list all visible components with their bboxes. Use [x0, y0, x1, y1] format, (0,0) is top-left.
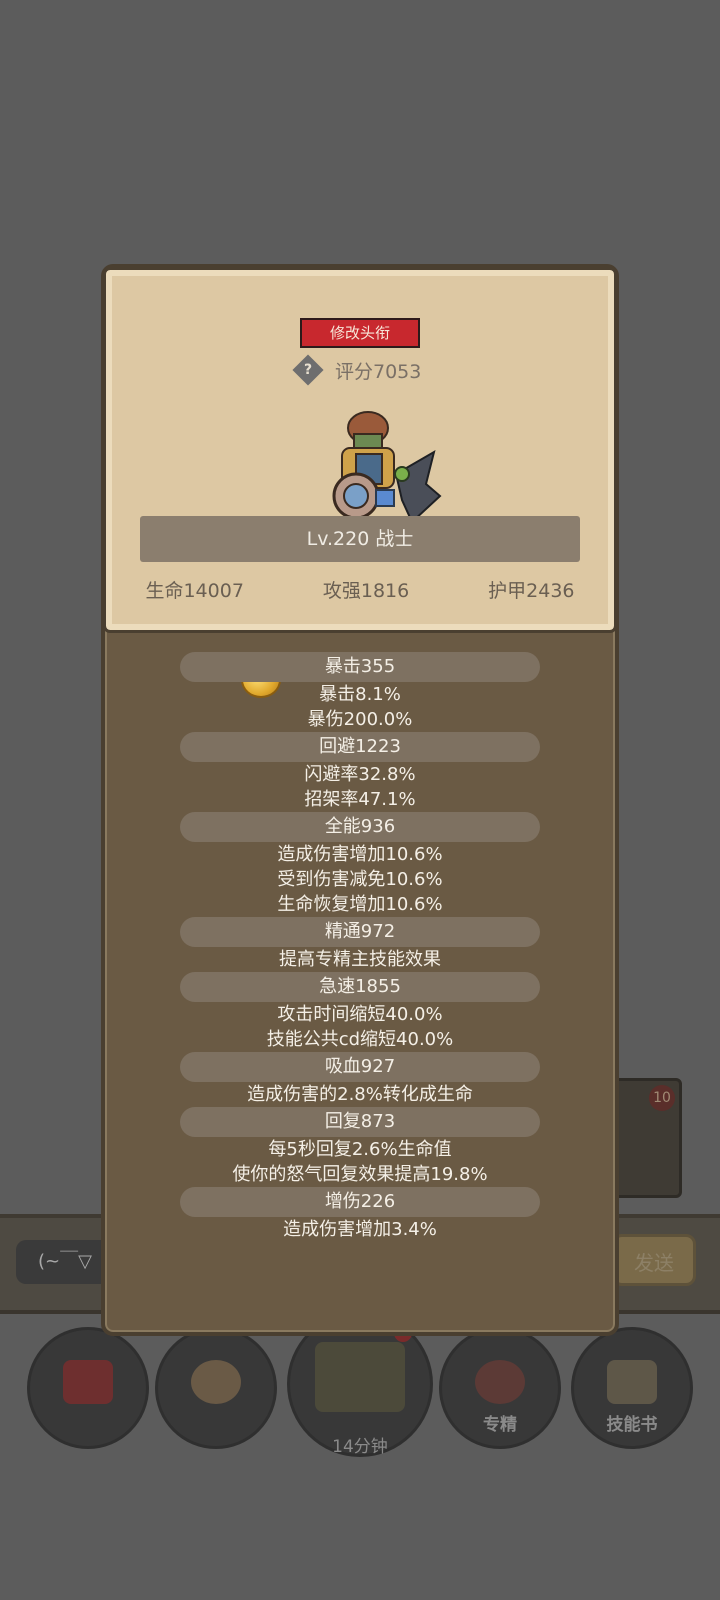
stat-attack-power: 攻强1816 [322, 580, 410, 602]
stat-armor: 护甲2436 [488, 580, 575, 602]
potion-icon [63, 1360, 113, 1405]
nav-bread-button[interactable] [158, 1330, 274, 1446]
stat-line: 生命恢复增加10.6% [277, 894, 443, 915]
stat-header-regen: 回复873 [180, 1107, 540, 1137]
stat-header-damage-bonus: 增伤226 [180, 1187, 540, 1217]
skill-book-label: 技能书 [606, 1415, 658, 1435]
stat-header-versatility: 全能936 [180, 812, 540, 842]
stat-line: 暴伤200.0% [307, 709, 413, 730]
stat-header-mastery: 精通972 [180, 917, 540, 947]
stat-header-lifesteal: 吸血927 [180, 1052, 540, 1082]
stat-line: 造成伤害增加3.4% [283, 1219, 437, 1240]
edit-title-button[interactable]: 修改头衔 [300, 318, 420, 348]
bread-icon [191, 1360, 241, 1405]
stat-line: 造成伤害增加10.6% [277, 844, 443, 865]
send-button[interactable]: 发送 [612, 1234, 696, 1286]
stat-line: 每5秒回复2.6%生命值 [268, 1139, 452, 1160]
specialization-label: 专精 [483, 1415, 517, 1435]
nav-specialization-button[interactable]: 专精 [442, 1330, 558, 1446]
skill-book-icon [607, 1360, 657, 1405]
stat-header-dodge: 回避1223 [180, 732, 540, 762]
score-row: ? 评分7053 [292, 354, 422, 386]
specialization-icon [475, 1360, 525, 1405]
help-icon[interactable]: ? [292, 354, 324, 386]
stat-line: 攻击时间缩短40.0% [277, 1004, 443, 1025]
stat-line: 闪避率32.8% [304, 764, 416, 785]
stat-header-haste: 急速1855 [180, 972, 540, 1002]
chest-icon [315, 1342, 405, 1412]
stat-line: 招架率47.1% [304, 789, 416, 810]
stat-list: 暴击355 暴击8.1% 暴伤200.0% 回避1223 闪避率32.8% 招架… [180, 652, 540, 1242]
stat-line: 暴击8.1% [319, 684, 401, 705]
side-card[interactable]: 10 [612, 1078, 682, 1198]
stat-line: 造成伤害的2.8%转化成生命 [247, 1084, 473, 1105]
nav-skill-book-button[interactable]: 技能书 [574, 1330, 690, 1446]
nav-potion-button[interactable] [30, 1330, 146, 1446]
core-stats: 生命14007 攻强1816 护甲2436 [106, 576, 614, 603]
stat-line: 使你的怒气回复效果提高19.8% [232, 1164, 488, 1185]
score-text: 评分7053 [335, 360, 422, 383]
stat-line: 提高专精主技能效果 [279, 949, 441, 970]
stat-health: 生命14007 [145, 580, 244, 602]
character-avatar [332, 411, 442, 524]
stat-line: 受到伤害减免10.6% [277, 869, 443, 890]
side-card-badge: 10 [649, 1085, 675, 1111]
stat-header-crit: 暴击355 [180, 652, 540, 682]
chest-timer-label: 14分钟 [332, 1437, 388, 1457]
stat-line: 技能公共cd缩短40.0% [266, 1029, 454, 1050]
level-class-bar: Lv.220 战士 [140, 516, 580, 562]
